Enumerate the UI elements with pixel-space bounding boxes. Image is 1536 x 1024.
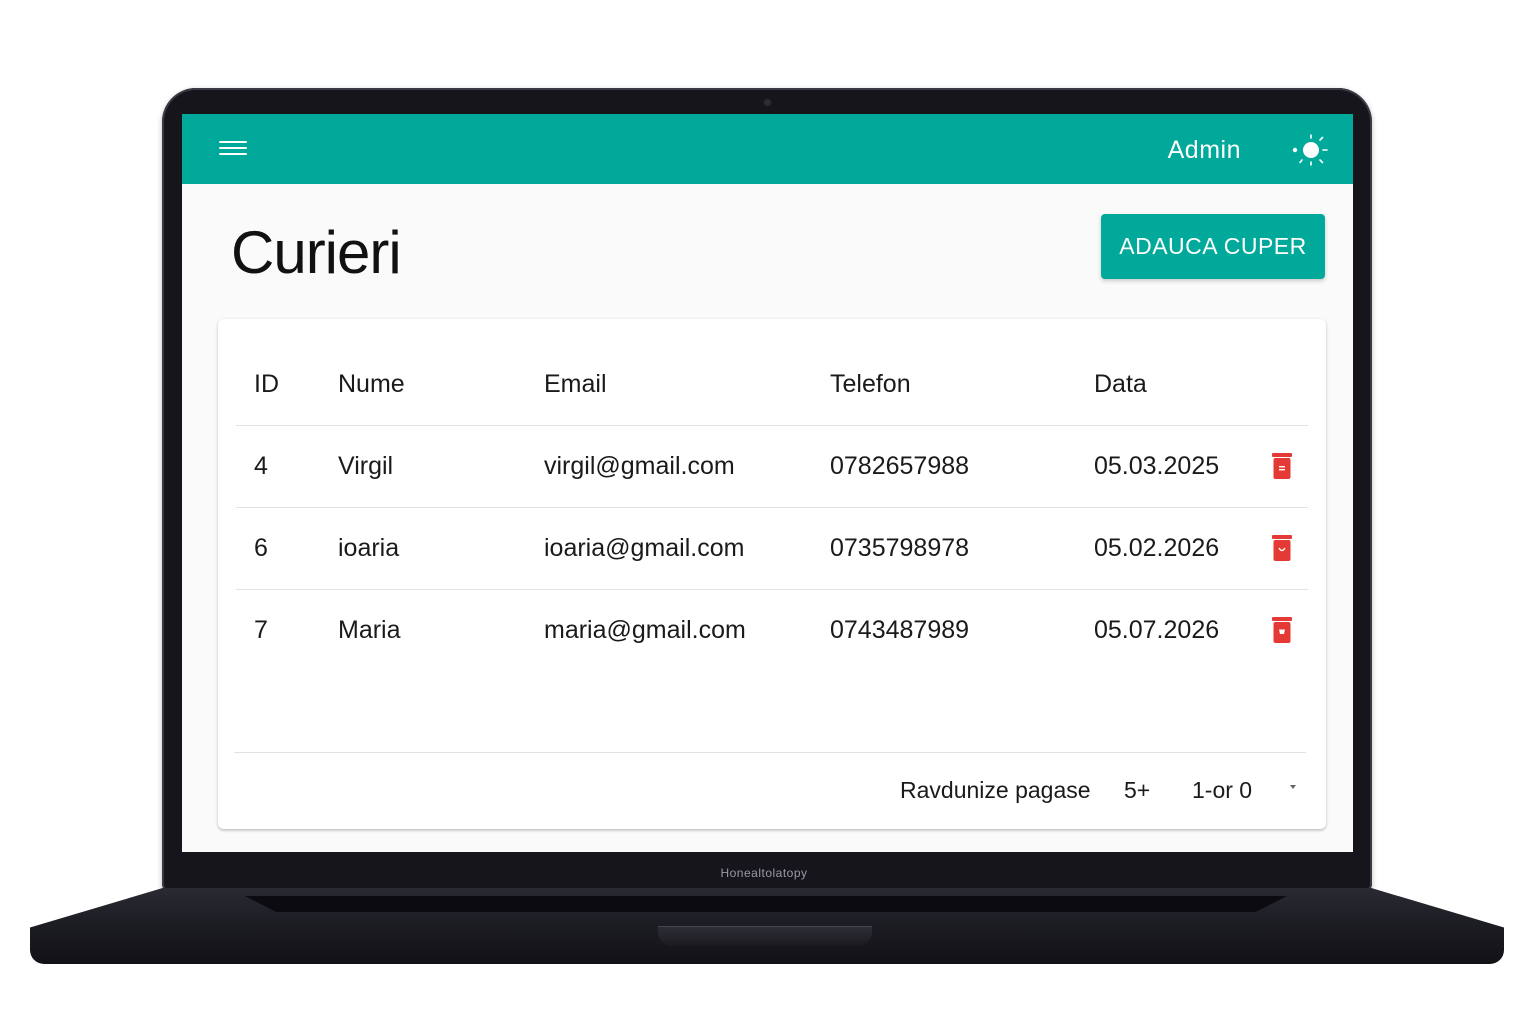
column-header-data[interactable]: Data xyxy=(1094,343,1147,425)
table-row: 6 ioaria ioaria@gmail.com 0735798978 05.… xyxy=(236,507,1308,590)
trash-icon[interactable] xyxy=(1272,535,1292,561)
add-courier-button[interactable]: ADAUCA CUPER xyxy=(1101,214,1325,279)
camera-icon xyxy=(763,98,772,107)
cell-nume: ioaria xyxy=(338,534,400,562)
cell-nume: Virgil xyxy=(338,452,394,480)
cell-telefon: 0743487989 xyxy=(830,616,970,644)
couriers-table-card: ID Nume Email Telefon Data 4 Virgil virg… xyxy=(218,319,1326,829)
app-bar: Admin xyxy=(182,114,1353,184)
sun-icon[interactable] xyxy=(1289,132,1333,168)
page-title: Curieri xyxy=(231,219,402,286)
cell-id: 6 xyxy=(254,534,268,562)
laptop-screen: Admin Curieri ADAUCA CUPER ID Nume Email… xyxy=(182,114,1353,852)
column-header-nume[interactable]: Nume xyxy=(338,343,405,425)
table-header-row: ID Nume Email Telefon Data xyxy=(236,343,1308,426)
laptop-keyboard-edge xyxy=(245,896,1287,912)
cell-email: virgil@gmail.com xyxy=(544,452,735,480)
column-header-telefon[interactable]: Telefon xyxy=(830,343,911,425)
rows-per-page-label: Ravdunize pagase xyxy=(900,777,1091,803)
cell-telefon: 0782657988 xyxy=(830,452,970,480)
cell-id: 4 xyxy=(254,452,268,480)
cell-telefon: 0735798978 xyxy=(830,534,970,562)
cell-id: 7 xyxy=(254,616,268,644)
cell-data: 05.07.2026 xyxy=(1094,616,1220,644)
trash-icon[interactable] xyxy=(1272,453,1292,479)
device-brand-label: Honealtolatopy xyxy=(720,866,808,880)
cell-data: 05.02.2026 xyxy=(1094,534,1220,562)
page-range-label: 1-or 0 xyxy=(1192,777,1253,803)
rows-per-page-select[interactable]: 5+ xyxy=(1124,777,1150,804)
user-label[interactable]: Admin xyxy=(1168,136,1241,165)
column-header-id[interactable]: ID xyxy=(254,343,279,425)
cell-email: maria@gmail.com xyxy=(544,616,746,644)
laptop-opening-notch xyxy=(658,926,872,946)
trash-icon[interactable] xyxy=(1272,617,1292,643)
cell-email: ioaria@gmail.com xyxy=(544,534,745,562)
table-row: 4 Virgil virgil@gmail.com 0782657988 05.… xyxy=(236,425,1308,508)
cell-data: 05.03.2025 xyxy=(1094,452,1220,480)
cell-nume: Maria xyxy=(338,616,401,644)
table-row: 7 Maria maria@gmail.com 0743487989 05.07… xyxy=(236,589,1308,671)
column-header-email[interactable]: Email xyxy=(544,343,607,425)
hamburger-menu-icon[interactable] xyxy=(219,141,247,159)
chevron-down-icon[interactable] xyxy=(1290,785,1296,789)
table-footer-divider xyxy=(234,752,1306,753)
